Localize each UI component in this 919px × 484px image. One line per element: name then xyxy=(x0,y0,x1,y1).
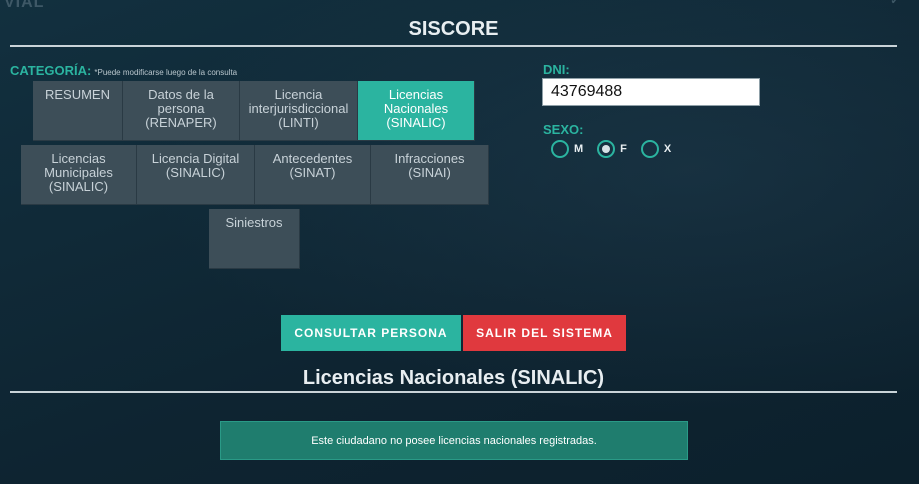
radio-m[interactable] xyxy=(551,140,569,158)
tab-label: Licencias Municipales (SINALIC) xyxy=(44,151,113,194)
tab-label: Siniestros xyxy=(225,215,283,230)
tab-sinalic-nacionales[interactable]: Licencias Nacionales (SINALIC) xyxy=(358,81,475,141)
tab-sinalic-municipales[interactable]: Licencias Municipales (SINALIC) xyxy=(21,145,137,205)
consultar-persona-button[interactable]: CONSULTAR PERSONA xyxy=(281,315,461,351)
tab-linti[interactable]: Licencia interjurisdiccional (LINTI) xyxy=(240,81,358,141)
tab-antecedentes[interactable]: Antecedentes (SINAT) xyxy=(255,145,371,205)
tab-label: RESUMEN xyxy=(44,87,110,102)
tab-label: Datos de la persona (RENAPER) xyxy=(145,87,217,130)
dni-label: DNI: xyxy=(543,62,570,77)
sexo-radio-group: M F X xyxy=(551,140,671,158)
section-title: Licencias Nacionales (SINALIC) xyxy=(302,367,605,389)
salir-sistema-button[interactable]: SALIR DEL SISTEMA xyxy=(463,315,626,351)
sexo-label: SEXO: xyxy=(543,122,584,137)
tab-siniestros[interactable]: Siniestros xyxy=(209,209,300,269)
divider-top xyxy=(10,45,897,47)
tab-label: Antecedentes (SINAT) xyxy=(272,151,353,180)
tab-renaper[interactable]: Datos de la persona (RENAPER) xyxy=(123,81,240,141)
tab-infracciones[interactable]: Infracciones (SINAI) xyxy=(371,145,489,205)
tab-label: Licencias Nacionales (SINALIC) xyxy=(383,87,449,130)
tab-label: Licencia Digital (SINALIC) xyxy=(151,151,240,180)
sexo-option-x[interactable]: X xyxy=(640,140,672,158)
result-message-text: Este ciudadano no posee licencias nacion… xyxy=(311,434,597,447)
radio-f[interactable] xyxy=(597,140,616,158)
brand-partial: VIAL xyxy=(4,0,45,11)
sexo-option-m[interactable]: M xyxy=(551,140,583,158)
sexo-option-f[interactable]: F xyxy=(597,140,627,158)
radio-x[interactable] xyxy=(640,140,659,158)
category-label-text: CATEGORÍA: xyxy=(10,63,92,78)
dni-input[interactable] xyxy=(542,78,760,106)
radio-label-f: F xyxy=(620,143,627,155)
tab-label: Licencia interjurisdiccional (LINTI) xyxy=(248,87,349,130)
category-note: *Puede modificarse luego de la consulta xyxy=(94,68,238,77)
page-title: SISCORE xyxy=(408,18,499,40)
tab-resumen[interactable]: RESUMEN xyxy=(33,81,123,141)
tab-label: Infracciones (SINAI) xyxy=(394,151,465,180)
check-icon: ✔ xyxy=(890,0,899,7)
radio-label-x: X xyxy=(663,143,672,155)
category-label: CATEGORÍA: *Puede modificarse luego de la… xyxy=(10,63,237,78)
divider-bottom xyxy=(10,391,897,393)
tab-licencia-digital[interactable]: Licencia Digital (SINALIC) xyxy=(137,145,255,205)
result-message: Este ciudadano no posee licencias nacion… xyxy=(220,421,688,460)
radio-label-m: M xyxy=(574,143,584,155)
